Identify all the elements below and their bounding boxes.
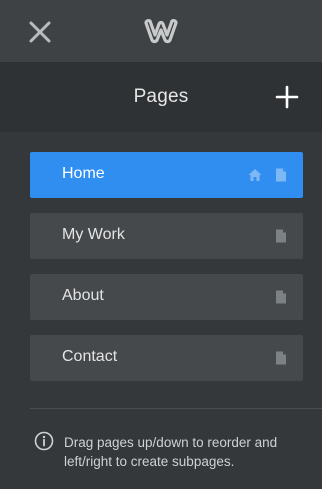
page-icon [276,168,286,182]
page-list: Home My Work About Contact [0,132,322,408]
close-button[interactable] [26,18,54,46]
close-icon [29,21,51,43]
plus-icon [275,85,299,109]
home-icon [248,169,262,181]
help-hint: Drag pages up/down to reorder and left/r… [0,409,322,489]
top-bar [0,0,322,62]
page-item-label: About [62,287,104,304]
add-page-button[interactable] [274,84,300,110]
page-item-contact[interactable]: Contact [30,335,303,381]
page-item-my-work[interactable]: My Work [30,213,303,259]
info-icon [34,431,54,451]
pages-header: Pages [0,62,322,132]
pages-panel: Pages Home My Work About Contact Drag pa… [0,0,322,489]
page-item-label: Home [62,165,105,182]
page-icon [276,290,286,304]
page-icon [276,351,286,365]
page-item-label: Contact [62,348,118,365]
weebly-logo [143,17,179,45]
page-icon [276,229,286,243]
page-item-home[interactable]: Home [30,152,303,198]
page-item-label: My Work [62,226,125,243]
page-item-about[interactable]: About [30,274,303,320]
hint-text: Drag pages up/down to reorder and left/r… [64,435,278,469]
logo-icon [144,19,178,44]
